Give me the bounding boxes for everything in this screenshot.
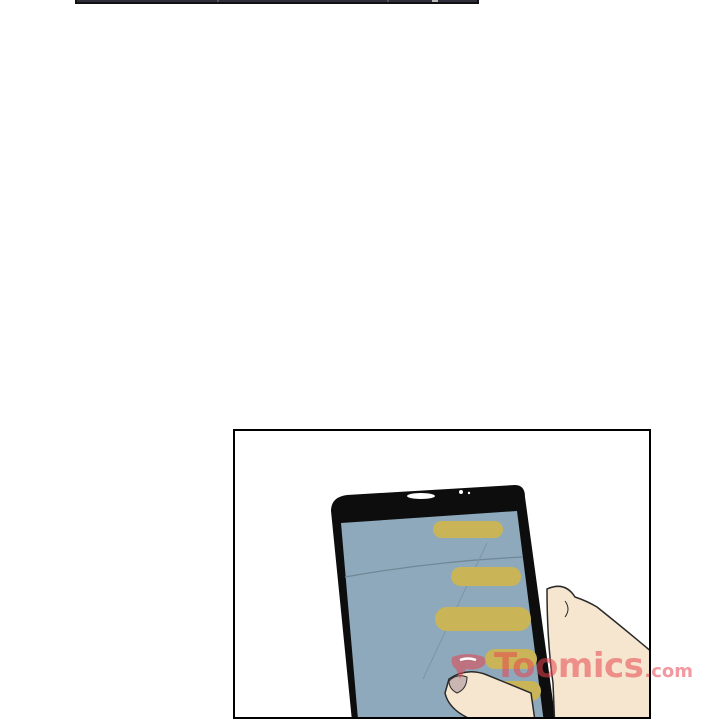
- panel-detail: [217, 0, 219, 2]
- watermark-brand: Toomics: [494, 646, 644, 686]
- message-bubble: [435, 607, 531, 631]
- phone-camera-dot: [467, 491, 471, 495]
- phone-camera-dot: [459, 490, 463, 494]
- phone-speaker-highlight: [407, 493, 435, 499]
- panel-detail: [387, 0, 389, 2]
- top-comic-panel: [75, 0, 479, 4]
- message-bubble: [433, 521, 503, 538]
- watermark-suffix: .com: [644, 660, 694, 682]
- toomics-logo-icon: [451, 654, 486, 679]
- toomics-watermark: Toomics .com: [448, 646, 693, 686]
- message-bubble: [451, 567, 521, 586]
- panel-detail: [432, 0, 438, 2]
